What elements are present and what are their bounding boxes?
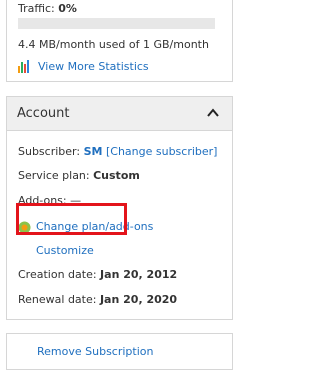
creation-date-label: Creation date: bbox=[18, 268, 97, 281]
account-title: Account bbox=[17, 106, 70, 121]
chevron-up-icon[interactable] bbox=[206, 107, 220, 119]
service-plan-value: Custom bbox=[93, 169, 140, 182]
service-plan-label: Service plan: bbox=[18, 169, 90, 182]
traffic-label: Traffic: bbox=[18, 2, 55, 15]
renewal-date-row: Renewal date: Jan 20, 2020 bbox=[18, 293, 177, 306]
customize-link[interactable]: Customize bbox=[36, 244, 94, 257]
customize-highlight-box bbox=[16, 203, 127, 235]
service-plan-row: Service plan: Custom bbox=[18, 169, 140, 182]
change-subscriber-link[interactable]: [Change subscriber] bbox=[106, 145, 218, 158]
traffic-progress-bar bbox=[18, 18, 215, 29]
view-more-statistics-link[interactable]: View More Statistics bbox=[38, 60, 149, 73]
creation-date-value: Jan 20, 2012 bbox=[100, 268, 178, 281]
traffic-line: Traffic: 0% bbox=[18, 2, 77, 15]
account-header[interactable]: Account bbox=[7, 97, 232, 131]
traffic-usage-text: 4.4 MB/month used of 1 GB/month bbox=[18, 38, 209, 51]
renewal-date-label: Renewal date: bbox=[18, 293, 97, 306]
remove-subscription-link[interactable]: Remove Subscription bbox=[37, 345, 153, 358]
remove-subscription-panel: Remove Subscription bbox=[6, 333, 233, 370]
creation-date-row: Creation date: Jan 20, 2012 bbox=[18, 268, 177, 281]
subscriber-link[interactable]: SM bbox=[84, 145, 103, 158]
renewal-date-value: Jan 20, 2020 bbox=[99, 293, 178, 306]
bar-chart-icon bbox=[18, 60, 29, 73]
subscriber-label: Subscriber: bbox=[18, 145, 81, 158]
traffic-value: 0% bbox=[58, 2, 77, 15]
traffic-panel: Traffic: 0% 4.4 MB/month used of 1 GB/mo… bbox=[6, 0, 233, 82]
subscriber-row: Subscriber: SM [Change subscriber] bbox=[18, 145, 217, 158]
